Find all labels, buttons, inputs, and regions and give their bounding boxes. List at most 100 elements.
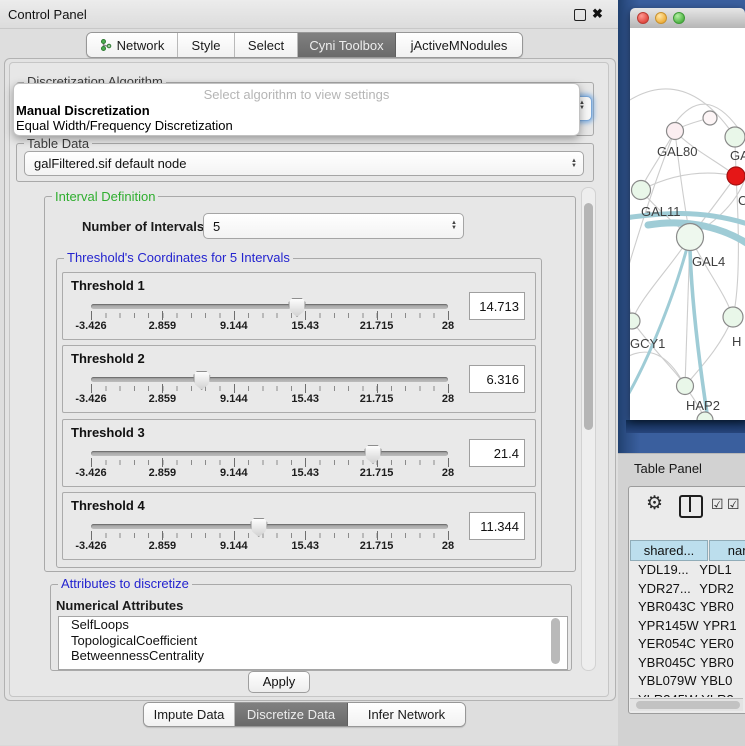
cell[interactable]: YER054C [630, 636, 696, 655]
threshold-1-slider[interactable] [91, 304, 448, 309]
tab-jactivemnodules[interactable]: jActiveMNodules [396, 33, 522, 57]
split-columns-icon[interactable] [679, 495, 703, 518]
tab-network[interactable]: Network [87, 33, 178, 57]
threshold-1-panel: Threshold 1 -3.426 2.859 9.144 15.43 21.… [62, 272, 536, 340]
cell[interactable]: YBR043C [630, 599, 696, 618]
table-row[interactable]: YLR345WYLR3 [630, 692, 745, 698]
node-label: GAL4 [692, 254, 725, 269]
node [725, 127, 745, 147]
gear-icon[interactable]: ⚙ [646, 492, 663, 515]
node-red [727, 167, 745, 185]
node-hap2 [677, 378, 694, 395]
node-label: GA [730, 148, 745, 163]
column-header-shared[interactable]: shared... [630, 540, 708, 561]
float-window-icon[interactable] [574, 9, 586, 21]
cell[interactable]: YDR2 [695, 581, 745, 600]
cell[interactable]: YBR045C [630, 655, 696, 674]
cell[interactable]: YDL19... [630, 562, 695, 581]
tick-label: 2.859 [149, 467, 177, 479]
cell[interactable]: YDL1 [695, 562, 745, 581]
cell[interactable]: YBL0 [697, 673, 745, 692]
table-row[interactable]: YDL19...YDL1 [630, 562, 745, 581]
tick-label: 9.144 [220, 393, 248, 405]
panel-title: Control Panel [8, 7, 87, 22]
zoom-traffic-light-icon[interactable] [673, 12, 685, 24]
threshold-2-value-field[interactable]: 6.316 [469, 365, 525, 393]
tick-label: 2.859 [149, 320, 177, 332]
threshold-4-panel: Threshold 4 -3.426 2.859 9.144 15.43 21.… [62, 492, 536, 560]
tick-label: 21.715 [360, 467, 394, 479]
tick-label: 2.859 [149, 540, 177, 552]
tab-label: jActiveMNodules [411, 38, 508, 53]
cell[interactable]: YLR345W [630, 692, 697, 698]
cell[interactable]: YBL079W [630, 673, 697, 692]
minimize-traffic-light-icon[interactable] [655, 12, 667, 24]
table-row[interactable]: YBR043CYBR0 [630, 599, 745, 618]
threshold-3-slider[interactable] [91, 451, 448, 456]
list-item[interactable]: BetweennessCentrality [59, 648, 567, 664]
threshold-1-value-field[interactable]: 14.713 [469, 292, 525, 320]
tab-impute-data[interactable]: Impute Data [144, 703, 235, 726]
list-item[interactable]: TopologicalCoefficient [59, 633, 567, 649]
network-canvas[interactable]: GAL80 GA C GAL11 GAL4 GCY1 H HAP2 [630, 28, 745, 420]
threshold-4-slider[interactable] [91, 524, 448, 529]
control-panel-titlebar: Control Panel [0, 0, 618, 29]
attributes-list-scrollbar[interactable] [551, 618, 560, 664]
bottom-tab-bar: Impute Data Discretize Data Infer Networ… [143, 702, 466, 727]
checkbox-icon[interactable]: ☑ [727, 496, 740, 513]
network-view-window[interactable]: GAL80 GA C GAL11 GAL4 GCY1 H HAP2 [630, 8, 745, 420]
tab-style[interactable]: Style [178, 33, 235, 57]
cell[interactable]: YLR3 [697, 692, 745, 698]
node-label: GCY1 [630, 336, 665, 351]
cell[interactable]: YER0 [696, 636, 745, 655]
cell[interactable]: YDR27... [630, 581, 695, 600]
cell[interactable]: YPR145W [630, 618, 699, 637]
threshold-3-value-field[interactable]: 21.4 [469, 439, 525, 467]
tick-label: 15.43 [291, 320, 319, 332]
tick-marks [91, 386, 449, 391]
tick-label: -3.426 [75, 320, 106, 332]
tick-label: -3.426 [75, 393, 106, 405]
tab-label: Impute Data [154, 707, 225, 722]
cell[interactable]: YPR1 [699, 618, 745, 637]
table-row[interactable]: YPR145WYPR1 [630, 618, 745, 637]
cell[interactable]: YBR0 [696, 655, 745, 674]
tab-discretize-data[interactable]: Discretize Data [235, 703, 348, 726]
table-row[interactable]: YDR27...YDR2 [630, 581, 745, 600]
algorithm-dropdown-popup: Select algorithm to view settings Manual… [13, 83, 580, 136]
node [697, 412, 713, 420]
table-panel-title: Table Panel [634, 461, 702, 476]
close-traffic-light-icon[interactable] [637, 12, 649, 24]
table-row[interactable]: YBR045CYBR0 [630, 655, 745, 674]
checkbox-icon[interactable]: ☑ [711, 496, 724, 513]
table-hscrollbar-thumb[interactable] [636, 701, 740, 709]
column-header-name[interactable]: name [709, 540, 745, 561]
tab-label: Discretize Data [247, 707, 335, 722]
tick-label: 9.144 [220, 540, 248, 552]
numerical-attributes-list[interactable]: SelfLoops TopologicalCoefficient Between… [58, 616, 568, 670]
network-icon [100, 39, 112, 51]
table-data-combobox[interactable]: galFiltered.sif default node ▲▼ [24, 151, 584, 176]
tab-label: Style [192, 38, 221, 53]
table-hscrollbar[interactable] [630, 698, 743, 711]
node [703, 111, 717, 125]
number-of-intervals-combobox[interactable]: 5 ▲▼ [203, 213, 464, 239]
apply-button[interactable]: Apply [248, 671, 310, 693]
tick-label: 15.43 [291, 467, 319, 479]
list-item[interactable]: SelfLoops [59, 617, 567, 633]
threshold-2-slider[interactable] [91, 377, 448, 382]
tick-label: 9.144 [220, 320, 248, 332]
panel-scrollbar-thumb[interactable] [584, 203, 593, 430]
dropdown-option-equal-width[interactable]: Equal Width/Frequency Discretization [16, 118, 233, 133]
tab-cyni-toolbox[interactable]: Cyni Toolbox [298, 33, 396, 57]
cell[interactable]: YBR0 [696, 599, 745, 618]
threshold-4-value-field[interactable]: 11.344 [469, 512, 525, 540]
dropdown-option-manual[interactable]: Manual Discretization [16, 103, 150, 118]
table-row[interactable]: YER054CYER0 [630, 636, 745, 655]
table-row[interactable]: YBL079WYBL0 [630, 673, 745, 692]
tab-infer-network[interactable]: Infer Network [348, 703, 465, 726]
close-icon[interactable]: ✖ [592, 6, 603, 22]
tab-select[interactable]: Select [235, 33, 298, 57]
threshold-3-label: Threshold 3 [71, 425, 145, 440]
tick-marks [91, 460, 449, 465]
